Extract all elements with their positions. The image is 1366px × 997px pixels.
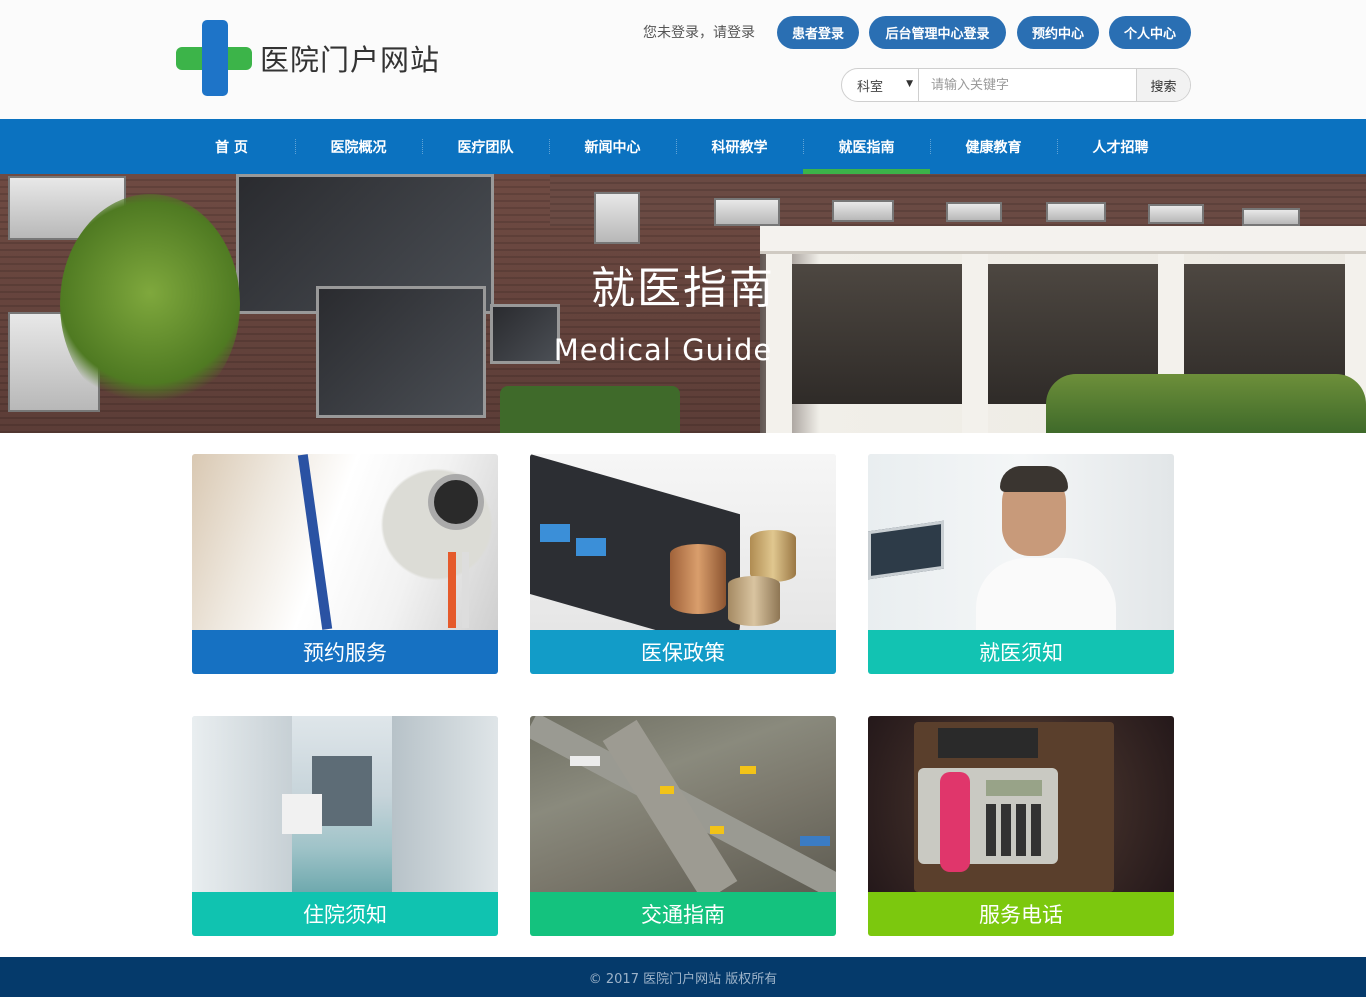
card-medical-notice[interactable]: 就医须知 xyxy=(868,454,1174,674)
search-button[interactable]: 搜索 xyxy=(1136,69,1190,101)
card-label: 就医须知 xyxy=(868,630,1174,674)
footer: © 2017 医院门户网站 版权所有 xyxy=(0,957,1366,997)
search-category-select[interactable]: 科室 ▼ xyxy=(842,69,919,101)
login-status-text: 您未登录，请登录 xyxy=(643,25,755,41)
medical-cross-icon xyxy=(176,20,252,96)
header: 医院门户网站 您未登录，请登录 患者登录 后台管理中心登录 预约中心 个人中心 … xyxy=(0,0,1366,119)
card-traffic-guide[interactable]: 交通指南 xyxy=(530,716,836,936)
banner-title: 就医指南 xyxy=(591,263,775,314)
search-category-value: 科室 xyxy=(857,79,884,95)
search-input[interactable] xyxy=(919,69,1136,101)
hospital-corridor-image xyxy=(192,716,498,892)
patient-login-button[interactable]: 患者登录 xyxy=(777,16,859,49)
nav-item-health-education[interactable]: 健康教育 xyxy=(930,119,1057,174)
card-label: 医保政策 xyxy=(530,630,836,674)
payphone-image xyxy=(868,716,1174,892)
card-appointment-service[interactable]: 预约服务 xyxy=(192,454,498,674)
card-insurance-policy[interactable]: 医保政策 xyxy=(530,454,836,674)
doctor-coat-stethoscope-image xyxy=(192,454,498,630)
card-label: 交通指南 xyxy=(530,892,836,936)
card-inpatient-notice[interactable]: 住院须知 xyxy=(192,716,498,936)
main-nav: 首 页 医院概况 医疗团队 新闻中心 科研教学 就医指南 健康教育 人才招聘 xyxy=(0,119,1366,174)
nav-item-team[interactable]: 医疗团队 xyxy=(422,119,549,174)
banner-subtitle: Medical Guide xyxy=(553,333,773,367)
nav-item-careers[interactable]: 人才招聘 xyxy=(1057,119,1184,174)
city-intersection-image xyxy=(530,716,836,905)
nav-item-overview[interactable]: 医院概况 xyxy=(295,119,422,174)
card-label: 服务电话 xyxy=(868,892,1174,936)
search-bar: 科室 ▼ 搜索 xyxy=(841,68,1191,102)
calculator-coins-image xyxy=(530,454,836,655)
nav-item-home[interactable]: 首 页 xyxy=(168,119,295,174)
card-label: 预约服务 xyxy=(192,630,498,674)
admin-login-button[interactable]: 后台管理中心登录 xyxy=(869,16,1006,49)
appointment-center-button[interactable]: 预约中心 xyxy=(1017,16,1099,49)
nav-item-news[interactable]: 新闻中心 xyxy=(549,119,676,174)
personal-center-button[interactable]: 个人中心 xyxy=(1109,16,1191,49)
copyright-text: © 2017 医院门户网站 版权所有 xyxy=(588,971,778,987)
site-logo[interactable]: 医院门户网站 xyxy=(176,20,440,96)
dropdown-caret-icon: ▼ xyxy=(906,79,913,89)
nav-item-medical-guide[interactable]: 就医指南 xyxy=(803,119,930,174)
card-label: 住院须知 xyxy=(192,892,498,936)
doctor-portrait-image xyxy=(868,454,1174,630)
nav-item-research[interactable]: 科研教学 xyxy=(676,119,803,174)
site-name: 医院门户网站 xyxy=(260,43,441,77)
card-service-phone[interactable]: 服务电话 xyxy=(868,716,1174,936)
